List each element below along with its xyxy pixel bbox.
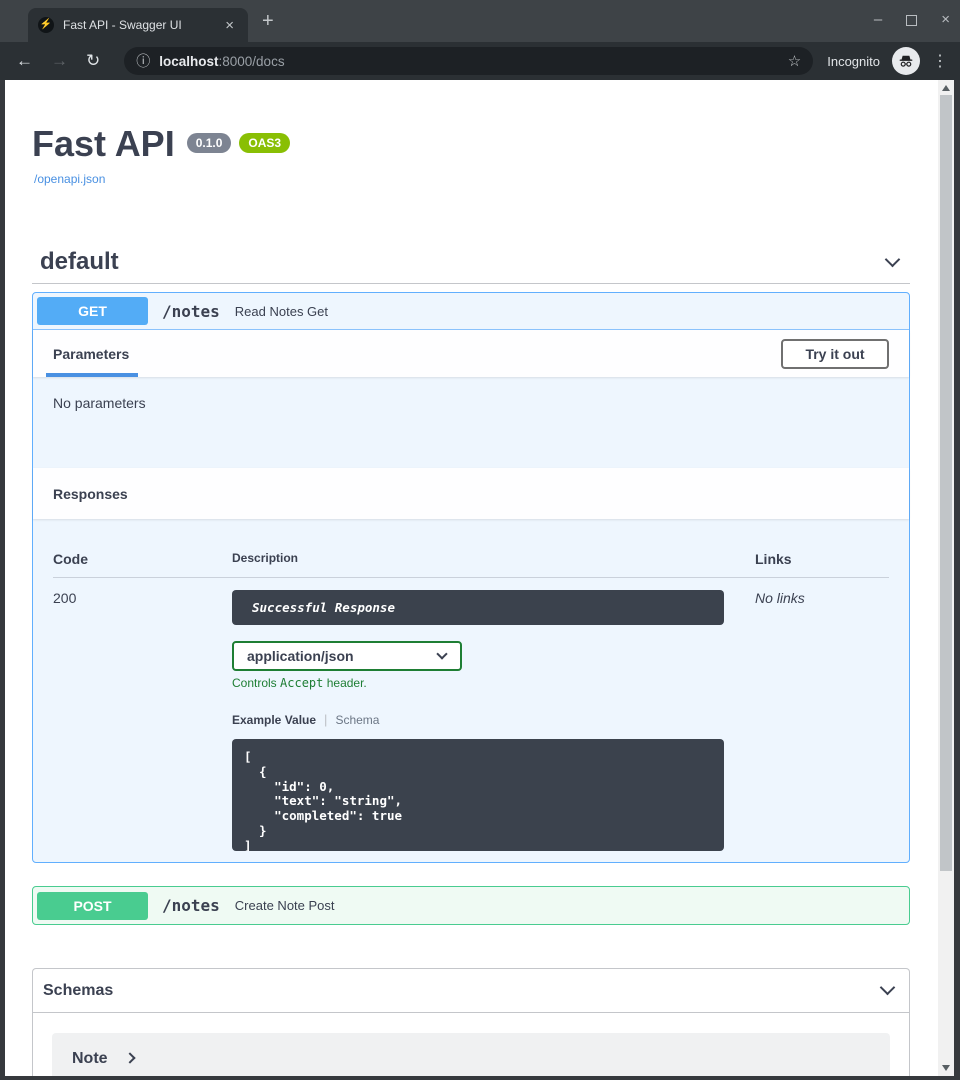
parameters-header: Parameters Try it out [33, 330, 909, 377]
window-minimize-button[interactable]: – [874, 10, 882, 30]
no-links-text: No links [724, 590, 889, 851]
schemas-section: Schemas Note [32, 968, 910, 1076]
media-type-selected: application/json [247, 648, 354, 664]
media-type-select[interactable]: application/json [232, 641, 462, 671]
chevron-right-icon[interactable] [124, 1052, 135, 1063]
api-title: Fast API [32, 124, 175, 164]
page-scrollbar[interactable] [938, 80, 954, 1076]
response-code: 200 [53, 590, 232, 851]
responses-header: Responses [33, 468, 909, 519]
column-links: Links [724, 551, 889, 567]
forward-button[interactable]: → [51, 51, 68, 71]
response-description: Successful Response [232, 590, 724, 625]
url-path: :8000/docs [219, 54, 285, 69]
opblock-get-notes: GET /notes Read Notes Get Parameters Try… [32, 292, 910, 863]
chevron-down-icon[interactable] [885, 251, 901, 267]
address-bar[interactable]: ⓘ localhost :8000/docs ☆ [124, 47, 813, 75]
scroll-up-arrow-icon[interactable] [942, 85, 950, 91]
tab-schema[interactable]: Schema [335, 713, 379, 727]
opblock-post-notes: POST /notes Create Note Post [32, 886, 910, 925]
get-summary-row[interactable]: GET /notes Read Notes Get [33, 293, 909, 330]
schemas-title: Schemas [43, 982, 113, 1000]
tab-title: Fast API - Swagger UI [63, 18, 221, 32]
example-json-block: [ { "id": 0, "text": "string", "complete… [232, 739, 724, 851]
post-summary-row[interactable]: POST /notes Create Note Post [33, 887, 909, 924]
page-info-icon[interactable]: ⓘ [136, 51, 150, 71]
browser-menu-kebab-icon[interactable]: ⋮ [932, 51, 948, 71]
accept-header-note: Controls Accept header. [232, 676, 724, 690]
swagger-page: Fast API 0.1.0 OAS3 /openapi.json defaul… [5, 80, 938, 1076]
column-code: Code [53, 551, 232, 567]
openapi-spec-link[interactable]: /openapi.json [34, 172, 105, 186]
column-description: Description [232, 551, 724, 567]
responses-title: Responses [53, 486, 128, 502]
get-summary: Read Notes Get [235, 304, 328, 319]
tag-section-default[interactable]: default [32, 241, 910, 284]
browser-tab[interactable]: ⚡ Fast API - Swagger UI × [28, 8, 248, 42]
try-it-out-button[interactable]: Try it out [781, 339, 889, 369]
version-badge: 0.1.0 [187, 133, 232, 153]
incognito-label: Incognito [827, 54, 880, 69]
window-maximize-button[interactable] [906, 15, 917, 26]
fastapi-favicon-bolt-icon: ⚡ [38, 17, 54, 33]
new-tab-button[interactable]: + [262, 10, 274, 32]
response-row-200: 200 Successful Response application/json… [53, 590, 889, 851]
url-host: localhost [159, 54, 218, 69]
post-path: /notes [162, 896, 220, 915]
parameters-active-tab-underline [46, 373, 138, 377]
scrollbar-thumb[interactable] [940, 95, 952, 871]
scroll-down-arrow-icon[interactable] [942, 1065, 950, 1071]
oas3-badge: OAS3 [239, 133, 290, 153]
responses-table-header: Code Description Links [53, 533, 889, 578]
no-parameters-message: No parameters [53, 395, 146, 411]
chevron-down-icon[interactable] [880, 980, 896, 996]
browser-toolbar: ← → ↻ ⓘ localhost :8000/docs ☆ Incognito… [0, 42, 960, 80]
post-method-button[interactable]: POST [37, 892, 148, 920]
get-path: /notes [162, 302, 220, 321]
select-caret-icon [436, 648, 447, 659]
back-button[interactable]: ← [16, 51, 33, 71]
model-note[interactable]: Note [52, 1033, 890, 1076]
bookmark-star-icon[interactable]: ☆ [788, 52, 801, 70]
parameters-title: Parameters [53, 346, 129, 362]
get-method-button[interactable]: GET [37, 297, 148, 325]
schemas-header[interactable]: Schemas [33, 969, 909, 1013]
tag-name: default [40, 248, 119, 276]
window-close-button[interactable]: × [941, 10, 950, 30]
tab-divider: | [324, 712, 327, 727]
tab-close-icon[interactable]: × [221, 17, 238, 34]
browser-tab-strip: ⚡ Fast API - Swagger UI × + – × [0, 0, 960, 42]
model-name: Note [72, 1050, 108, 1068]
tab-example-value[interactable]: Example Value [232, 713, 316, 727]
incognito-icon [892, 47, 920, 75]
reload-button[interactable]: ↻ [86, 51, 100, 71]
post-summary: Create Note Post [235, 898, 335, 913]
